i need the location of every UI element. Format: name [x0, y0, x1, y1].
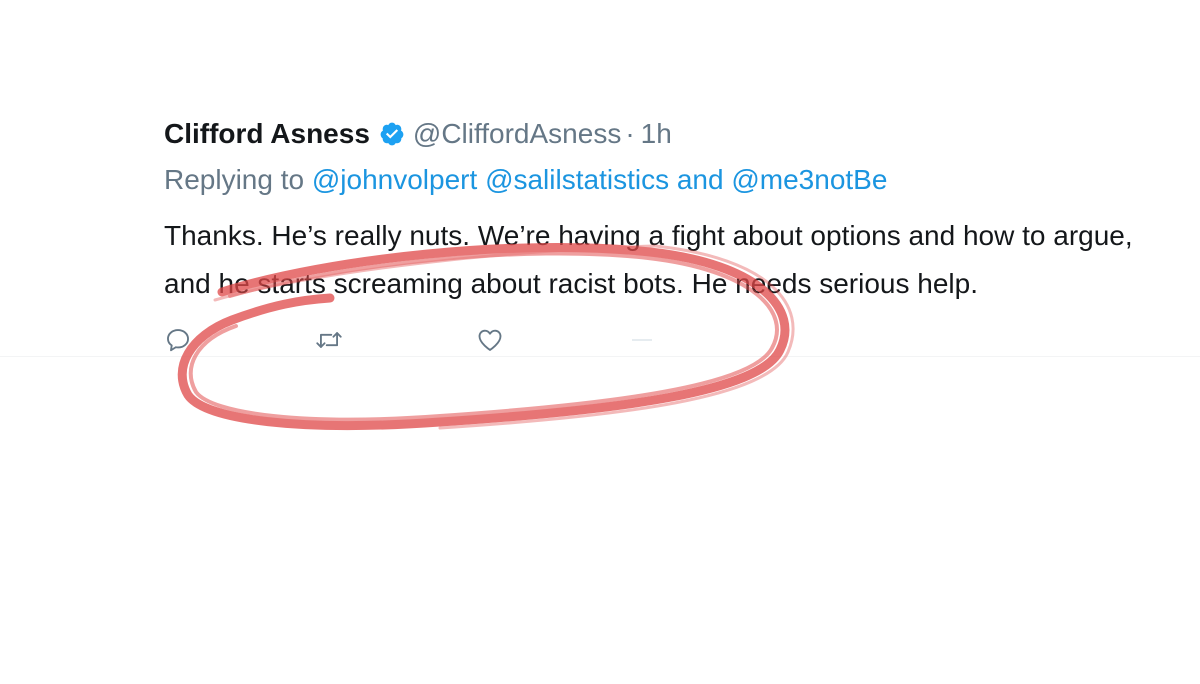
replying-to: Replying to @johnvolpert @salilstatistic… — [164, 158, 1164, 202]
reply-icon[interactable] — [164, 326, 192, 354]
retweet-icon[interactable] — [314, 326, 342, 354]
tweet-header: Clifford Asness @CliffordAsness · 1h — [164, 112, 1164, 156]
reply-prefix: Replying to — [164, 164, 305, 195]
tweet-text: Thanks. He’s really nuts. We’re having a… — [164, 220, 1133, 299]
timestamp[interactable]: 1h — [641, 112, 672, 156]
handle[interactable]: @CliffordAsness — [413, 112, 621, 156]
display-name[interactable]: Clifford Asness — [164, 112, 370, 156]
tweet-actions — [164, 326, 1164, 366]
verified-badge-icon — [379, 121, 405, 147]
share-icon[interactable] — [632, 338, 652, 342]
separator: · — [625, 118, 635, 149]
mention-link[interactable]: @salilstatistics — [485, 164, 669, 195]
mention-link[interactable]: @johnvolpert — [312, 164, 477, 195]
mention-link[interactable]: @me3notBe — [731, 164, 887, 195]
tweet: Clifford Asness @CliffordAsness · 1h Rep… — [164, 112, 1164, 366]
reply-and[interactable]: and — [677, 164, 724, 195]
like-icon[interactable] — [476, 326, 504, 354]
